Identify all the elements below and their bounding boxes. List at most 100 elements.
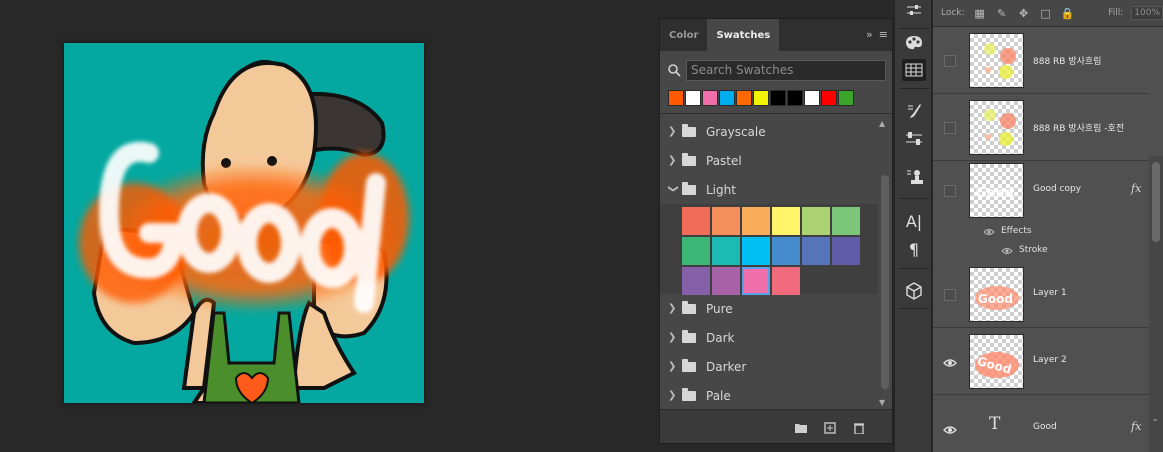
lock-image-icon[interactable]: ✎ <box>995 7 1009 20</box>
layer-fx-icon[interactable]: fx <box>1131 420 1141 433</box>
new-swatch-icon[interactable] <box>823 419 837 434</box>
folder-icon <box>682 300 696 314</box>
lock-artboard-icon[interactable]: □ <box>1039 7 1053 20</box>
layer-thumbnail: Good <box>969 334 1024 389</box>
swatch[interactable] <box>712 237 740 265</box>
recent-swatch[interactable] <box>787 90 803 106</box>
swatch[interactable] <box>802 207 830 235</box>
recent-swatch[interactable] <box>770 90 786 106</box>
chevron-right-icon[interactable]: ❯ <box>668 361 678 372</box>
layer-thumbnail: Good <box>969 163 1024 218</box>
collapse-panel-icon[interactable]: » <box>866 28 873 41</box>
folder-icon <box>682 387 696 401</box>
layer-fx-icon[interactable]: fx <box>1131 182 1141 195</box>
chevron-right-icon[interactable]: ❯ <box>668 303 678 314</box>
eye-icon[interactable] <box>983 227 995 237</box>
palette-icon[interactable] <box>902 32 926 54</box>
chevron-right-icon[interactable]: ❯ <box>668 126 678 137</box>
document-canvas[interactable] <box>64 43 424 403</box>
swatch[interactable] <box>682 237 710 265</box>
swatch-selected[interactable] <box>742 267 770 295</box>
swatch[interactable] <box>712 267 740 295</box>
layer-row[interactable]: Good Layer 2 <box>933 329 1149 395</box>
paragraph-icon[interactable]: ¶ <box>902 238 926 260</box>
scroll-down-icon[interactable]: ▼ <box>879 398 885 407</box>
divider <box>899 28 929 29</box>
swatch-group-darker[interactable]: ❯ Darker <box>660 352 878 381</box>
stroke-effect-row[interactable]: Stroke <box>933 241 1149 261</box>
properties-icon[interactable] <box>902 0 926 22</box>
swatch[interactable] <box>682 207 710 235</box>
recent-swatch[interactable] <box>668 90 684 106</box>
swatch-group-pale[interactable]: ❯ Pale <box>660 381 878 410</box>
divider <box>899 198 929 199</box>
swatches-grid-icon[interactable] <box>902 59 926 81</box>
recent-swatch[interactable] <box>821 90 837 106</box>
3d-cube-icon[interactable] <box>902 280 926 302</box>
stroke-label: Stroke <box>1019 245 1048 255</box>
swatch[interactable] <box>832 207 860 235</box>
swatch[interactable] <box>742 207 770 235</box>
swatch[interactable] <box>802 237 830 265</box>
layer-row[interactable]: Good Layer 1 <box>933 262 1149 328</box>
layer-row-selected[interactable]: Good Good copy fx <box>933 158 1149 224</box>
tab-swatches[interactable]: Swatches <box>707 19 780 51</box>
swatches-scrollbar[interactable]: ▲ ▼ <box>878 119 890 407</box>
recent-swatch[interactable] <box>719 90 735 106</box>
layer-row[interactable]: 888 RB 방사흐림 -호전 <box>933 95 1149 161</box>
eye-icon[interactable] <box>943 422 957 436</box>
clone-source-icon[interactable] <box>902 166 926 188</box>
scroll-thumb[interactable] <box>1152 162 1160 242</box>
layer-thumbnail <box>969 100 1024 155</box>
swatch[interactable] <box>742 237 770 265</box>
recent-swatch[interactable] <box>685 90 701 106</box>
new-group-icon[interactable] <box>794 419 808 433</box>
fill-value-input[interactable]: 100% <box>1131 6 1163 20</box>
lock-transparent-icon[interactable]: ▦ <box>973 7 987 20</box>
search-swatches-input[interactable] <box>686 59 886 81</box>
lock-all-icon[interactable]: 🔒 <box>1061 7 1075 20</box>
recent-swatch[interactable] <box>753 90 769 106</box>
swatch[interactable] <box>682 267 710 295</box>
chevron-right-icon[interactable]: ❯ <box>668 155 678 166</box>
swatch[interactable] <box>772 267 800 295</box>
layers-scrollbar[interactable]: ⌃ ⌄ <box>1149 156 1163 452</box>
visibility-toggle[interactable] <box>944 55 956 67</box>
scroll-thumb[interactable] <box>881 175 889 389</box>
swatch-group-light[interactable]: ❯ Light <box>660 175 878 204</box>
brush-settings-icon[interactable] <box>902 100 926 122</box>
lock-position-icon[interactable]: ✥ <box>1017 7 1031 20</box>
delete-icon[interactable] <box>852 419 866 435</box>
visibility-toggle[interactable] <box>944 185 956 197</box>
layer-effects-row[interactable]: Effects <box>933 222 1149 242</box>
swatch-group-pastel[interactable]: ❯ Pastel <box>660 146 878 175</box>
recent-swatch[interactable] <box>804 90 820 106</box>
tab-color[interactable]: Color <box>660 19 707 51</box>
visibility-toggle[interactable] <box>944 289 956 301</box>
swatch-group-grayscale[interactable]: ❯ Grayscale <box>660 117 878 146</box>
recent-swatch[interactable] <box>736 90 752 106</box>
swatch-group-pure[interactable]: ❯ Pure <box>660 294 878 323</box>
swatch[interactable] <box>832 237 860 265</box>
recent-swatch[interactable] <box>702 90 718 106</box>
swatch[interactable] <box>772 207 800 235</box>
adjustments-icon[interactable] <box>902 128 926 150</box>
layer-row[interactable]: T Good fx <box>933 396 1149 452</box>
recent-swatch[interactable] <box>838 90 854 106</box>
visibility-toggle[interactable] <box>944 122 956 134</box>
character-icon[interactable]: A| <box>902 210 926 232</box>
swatch[interactable] <box>772 237 800 265</box>
chevron-right-icon[interactable]: ❯ <box>668 390 678 401</box>
scroll-down-icon[interactable]: ⌄ <box>1152 414 1159 423</box>
swatch-group-dark[interactable]: ❯ Dark <box>660 323 878 352</box>
swatch[interactable] <box>712 207 740 235</box>
chevron-right-icon[interactable]: ❯ <box>668 332 678 343</box>
folder-icon <box>682 123 696 137</box>
eye-icon[interactable] <box>943 355 957 369</box>
eye-icon[interactable] <box>1001 246 1013 256</box>
chevron-down-icon[interactable]: ❯ <box>668 185 679 195</box>
panel-menu-icon[interactable]: ≡ <box>879 28 888 41</box>
group-label: Dark <box>706 330 735 345</box>
scroll-up-icon[interactable]: ▲ <box>879 119 885 128</box>
layer-row[interactable]: 888 RB 방사흐림 <box>933 28 1149 94</box>
